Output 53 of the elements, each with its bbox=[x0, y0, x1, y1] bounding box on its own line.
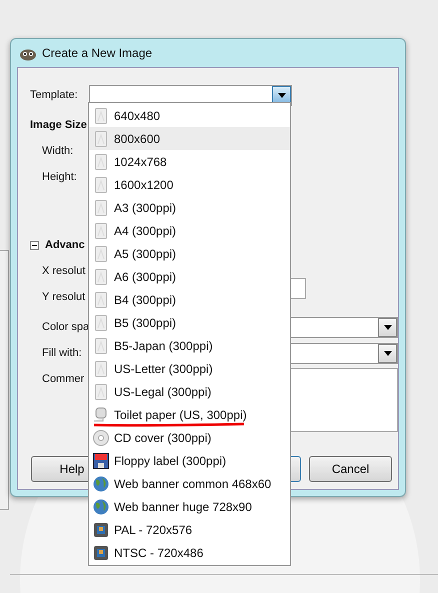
page-icon bbox=[93, 154, 109, 170]
template-menu-item[interactable]: A3 (300ppi) bbox=[89, 196, 290, 219]
template-menu-item[interactable]: PAL - 720x576 bbox=[89, 518, 290, 541]
template-menu-item[interactable]: US-Letter (300ppi) bbox=[89, 357, 290, 380]
page-icon bbox=[93, 200, 109, 216]
window-title: Create a New Image bbox=[42, 45, 152, 62]
template-menu-item[interactable]: B5-Japan (300ppi) bbox=[89, 334, 290, 357]
template-menu-item[interactable]: US-Legal (300ppi) bbox=[89, 380, 290, 403]
caret-icon bbox=[384, 350, 392, 356]
page-icon bbox=[93, 360, 109, 376]
template-menu-item[interactable]: B4 (300ppi) bbox=[89, 288, 290, 311]
page-icon bbox=[93, 384, 109, 400]
paper-roll-icon bbox=[93, 406, 109, 422]
template-menu-item[interactable]: A4 (300ppi) bbox=[89, 219, 290, 242]
template-menu-item[interactable]: Web banner huge 728x90 bbox=[89, 495, 290, 518]
caret-icon bbox=[384, 324, 392, 330]
film-frame-icon bbox=[93, 522, 109, 538]
template-menu-item[interactable]: B5 (300ppi) bbox=[89, 311, 290, 334]
height-label: Height: bbox=[42, 170, 77, 185]
x-resolution-label: X resolut bbox=[42, 264, 86, 279]
page-icon bbox=[93, 130, 109, 146]
page-icon bbox=[93, 222, 109, 238]
globe-icon bbox=[93, 498, 109, 514]
collapse-icon[interactable] bbox=[30, 241, 39, 250]
width-label: Width: bbox=[42, 144, 74, 159]
image-size-heading: Image Size bbox=[30, 118, 87, 133]
template-menu-item[interactable]: 1024x768 bbox=[89, 150, 290, 173]
app-logo-icon bbox=[19, 46, 37, 61]
advanced-options-expander[interactable]: Advanc bbox=[45, 236, 85, 254]
fill-with-label: Fill with: bbox=[42, 346, 83, 361]
template-menu-item[interactable]: CD cover (300ppi) bbox=[89, 426, 290, 449]
template-menu-item[interactable]: 800x600 bbox=[89, 127, 290, 150]
globe-icon bbox=[93, 476, 109, 492]
page-icon bbox=[93, 314, 109, 330]
page-icon bbox=[93, 176, 109, 192]
page-icon bbox=[93, 108, 109, 124]
y-resolution-label: Y resolut bbox=[42, 290, 86, 305]
comment-label: Commer bbox=[42, 372, 86, 387]
cancel-button[interactable]: Cancel bbox=[309, 456, 392, 482]
template-menu-item[interactable]: NTSC - 720x486 bbox=[89, 541, 290, 564]
page-icon bbox=[93, 338, 109, 354]
template-label: Template: bbox=[30, 88, 79, 103]
caret-icon bbox=[278, 92, 286, 98]
page-icon bbox=[93, 268, 109, 284]
template-menu-item[interactable]: Toilet paper (US, 300ppi) bbox=[89, 403, 290, 426]
template-menu-item[interactable]: 640x480 bbox=[89, 104, 290, 127]
template-menu-item[interactable]: A6 (300ppi) bbox=[89, 265, 290, 288]
template-menu-item[interactable]: 1600x1200 bbox=[89, 173, 290, 196]
film-frame-icon bbox=[93, 544, 109, 560]
template-menu-item[interactable]: A5 (300ppi) bbox=[89, 242, 290, 265]
page-icon bbox=[93, 246, 109, 262]
disc-icon bbox=[93, 430, 109, 446]
page-icon bbox=[93, 292, 109, 308]
